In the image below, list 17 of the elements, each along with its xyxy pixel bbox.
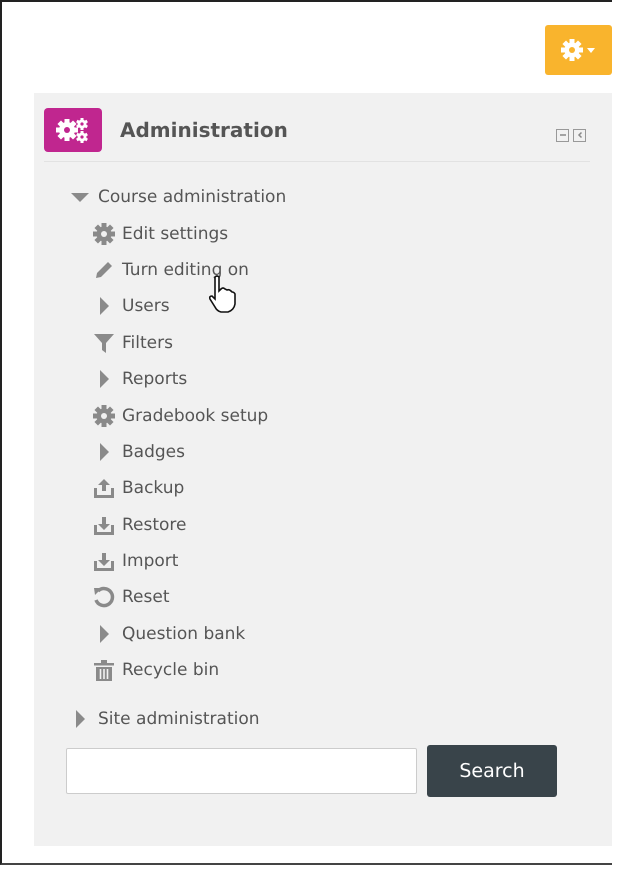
menu-link[interactable]: Gradebook setup [122,406,268,426]
menu-link[interactable]: Reset [122,587,170,608]
menu-link[interactable]: Edit settings [122,224,228,244]
block-title: Administration [120,118,289,142]
tree-node[interactable]: Site administration [98,708,260,729]
menu-link[interactable]: Filters [122,332,173,353]
tree-node[interactable]: Course administration [98,187,286,208]
search-button[interactable]: Search [427,744,557,797]
menu-link[interactable]: Turn editing on [122,260,249,280]
tree-node[interactable]: Question bank [122,624,246,644]
tree-node[interactable]: Reports [122,369,188,390]
tree-node[interactable]: Users [122,296,170,316]
menu-link[interactable]: Recycle bin [122,660,220,680]
menu-link[interactable]: Import [122,551,178,572]
menu-link[interactable]: Restore [122,514,187,535]
menu-link[interactable]: Backup [122,478,184,498]
tree-node[interactable]: Badges [122,442,185,462]
